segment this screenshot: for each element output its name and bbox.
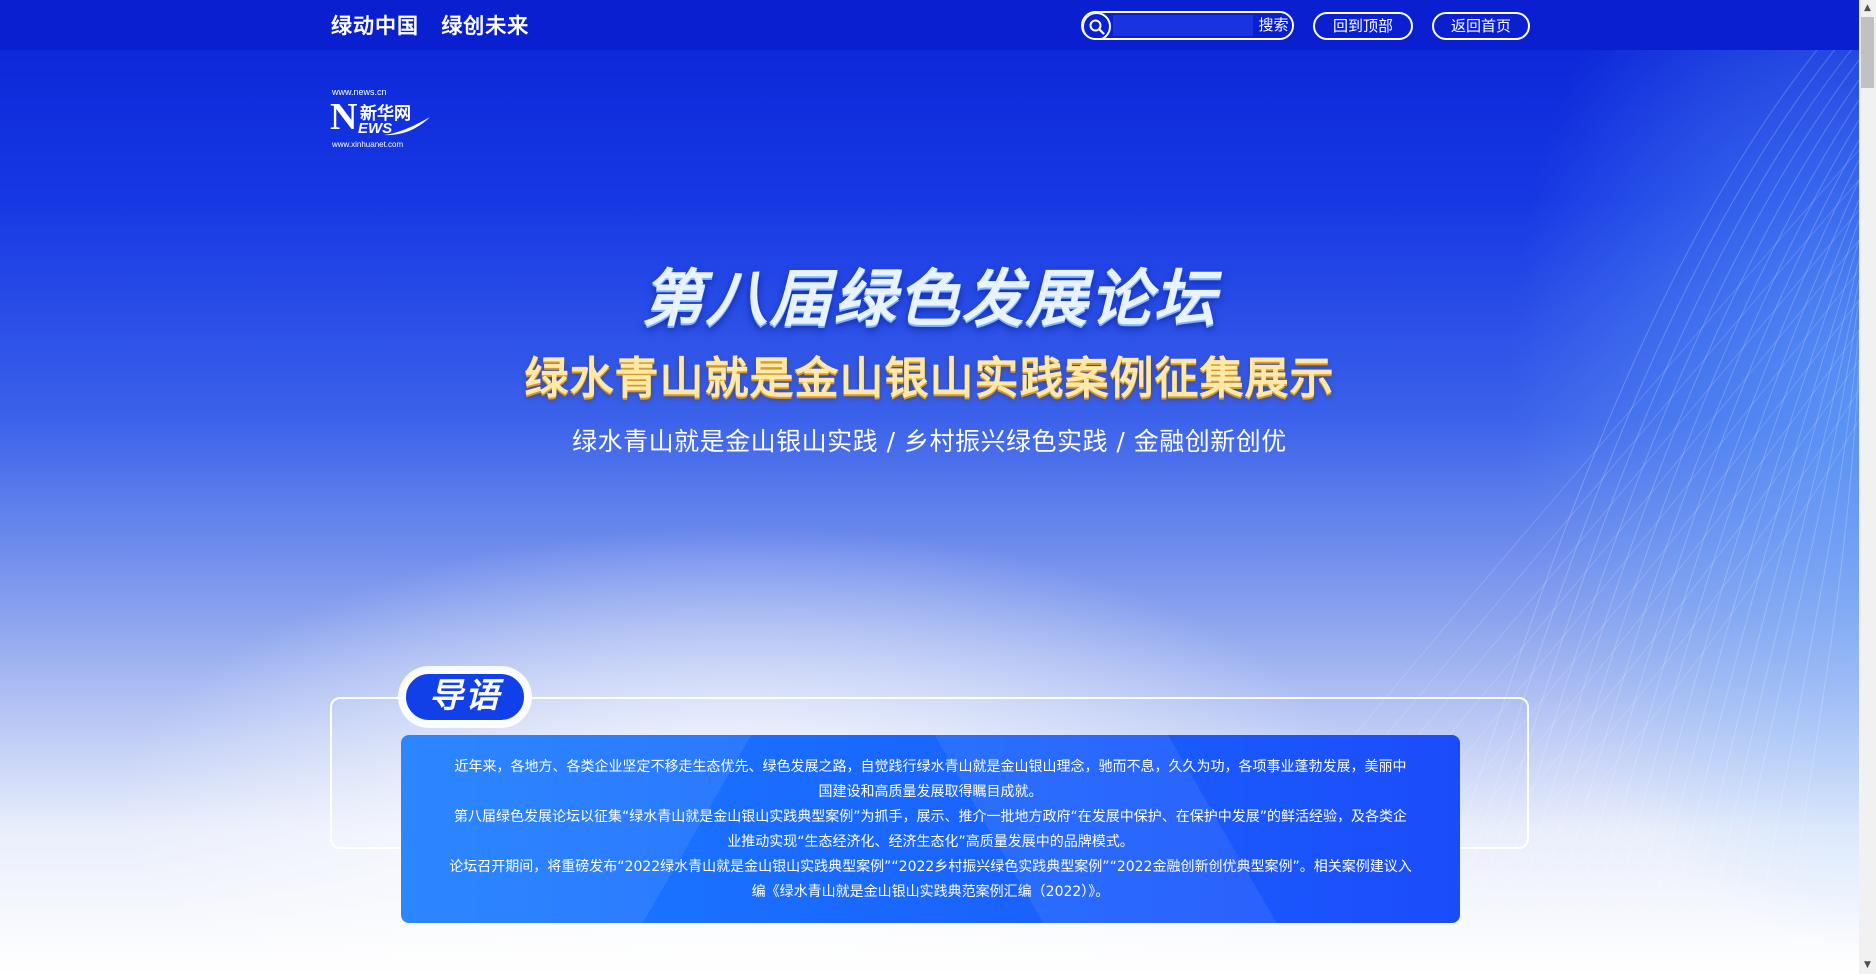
intro-paragraph-1: 近年来，各地方、各类企业坚定不移走生态优先、绿色发展之路，自觉践行绿水青山就是金… bbox=[454, 759, 1407, 800]
search-box: 搜索 bbox=[1081, 11, 1294, 40]
search-icon[interactable] bbox=[1083, 13, 1111, 38]
slogan-part-1: 绿动中国 bbox=[331, 14, 419, 38]
back-to-top-button[interactable]: 回到顶部 bbox=[1313, 12, 1413, 40]
logo-url-bottom: www.xinhuanet.com bbox=[332, 140, 404, 149]
forum-subtitle: 绿水青山就是金山银山实践案例征集展示 bbox=[524, 353, 1335, 404]
scrollbar-thumb[interactable] bbox=[1861, 17, 1874, 88]
logo-swoosh-icon bbox=[384, 117, 430, 136]
forum-categories: 绿水青山就是金山银山实践 / 乡村振兴绿色实践 / 金融创新创优 bbox=[572, 427, 1287, 456]
logo-letter: N bbox=[330, 96, 358, 138]
header-slogan: 绿动中国 绿创未来 bbox=[331, 10, 543, 40]
top-bar: 绿动中国 绿创未来 搜索 回到顶部 返回首页 bbox=[0, 0, 1859, 50]
intro-panel: 近年来，各地方、各类企业坚定不移走生态优先、绿色发展之路，自觉践行绿水青山就是金… bbox=[401, 735, 1460, 923]
intro-badge: 导语 bbox=[403, 671, 527, 723]
arrow-up-icon[interactable]: ▲ bbox=[1859, 0, 1876, 17]
back-home-button[interactable]: 返回首页 bbox=[1432, 12, 1530, 40]
intro-paragraph-2: 第八届绿色发展论坛以征集“绿水青山就是金山银山实践典型案例”为抓手，展示、推介一… bbox=[453, 809, 1407, 850]
vertical-scrollbar[interactable]: ▲ ▼ bbox=[1859, 0, 1876, 974]
intro-text: 近年来，各地方、各类企业坚定不移走生态优先、绿色发展之路，自觉践行绿水青山就是金… bbox=[449, 755, 1412, 905]
xinhuanet-logo[interactable]: www.news.cn N 新华网 EWS www.xinhuanet.com bbox=[330, 87, 432, 151]
intro-paragraph-3: 论坛召开期间，将重磅发布“2022绿水青山就是金山银山实践典型案例”“2022乡… bbox=[449, 859, 1412, 900]
forum-title: 第八届绿色发展论坛 bbox=[641, 262, 1218, 335]
arrow-down-icon[interactable]: ▼ bbox=[1859, 957, 1876, 974]
slogan-part-2: 绿创未来 bbox=[441, 14, 530, 38]
search-input[interactable] bbox=[1113, 15, 1253, 36]
search-button[interactable]: 搜索 bbox=[1253, 13, 1292, 38]
